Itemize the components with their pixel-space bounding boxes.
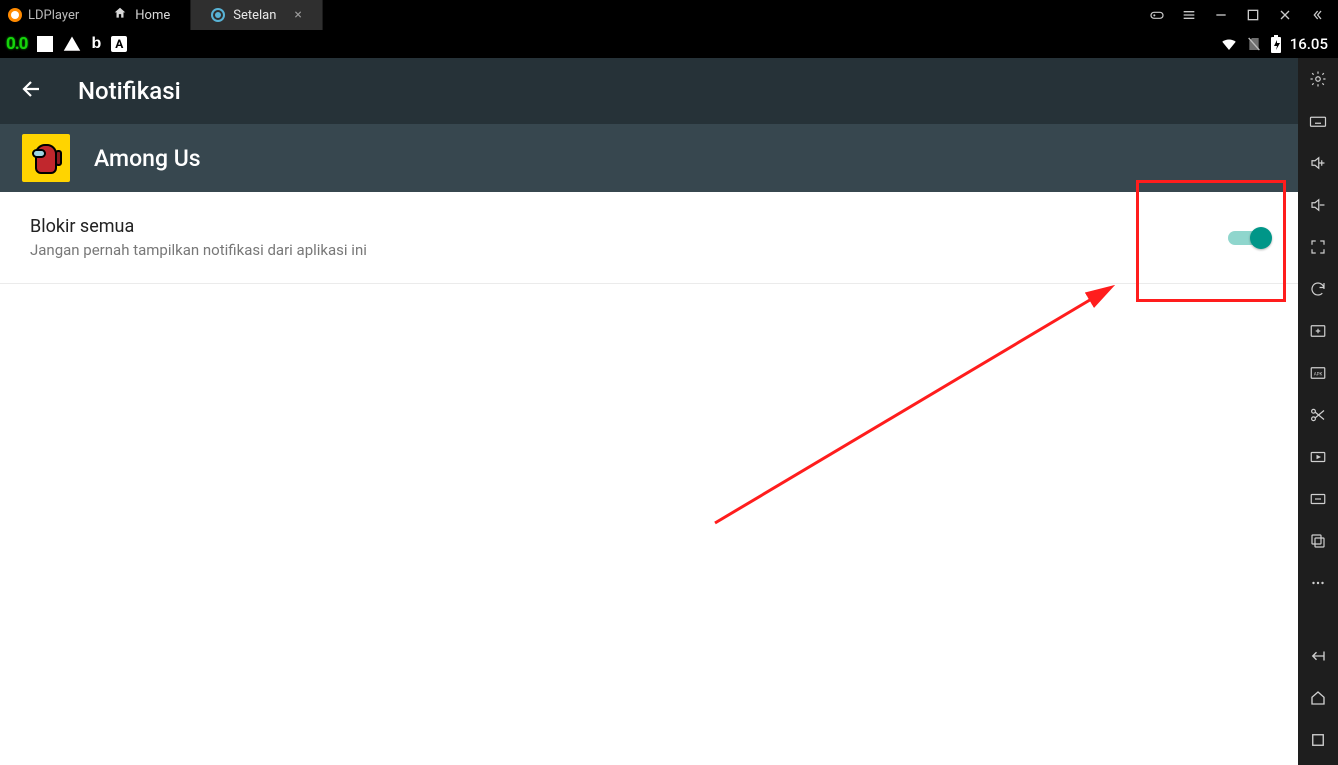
status-a-icon: A bbox=[111, 36, 127, 52]
app-icon bbox=[22, 134, 70, 182]
annotation-highlight-box bbox=[1136, 180, 1286, 302]
setting-block-all[interactable]: Blokir semua Jangan pernah tampilkan not… bbox=[0, 192, 1298, 284]
tool-scissors-icon[interactable] bbox=[1307, 404, 1329, 426]
among-us-crewmate-icon bbox=[32, 140, 60, 176]
tool-multi-instance-icon[interactable] bbox=[1307, 530, 1329, 552]
tab-settings[interactable]: Setelan × bbox=[191, 0, 323, 30]
settings-gear-icon bbox=[211, 8, 225, 22]
close-icon[interactable] bbox=[1276, 6, 1294, 24]
tab-close-button[interactable]: × bbox=[294, 7, 301, 23]
tool-record-icon[interactable] bbox=[1307, 446, 1329, 468]
android-recents-button[interactable] bbox=[1307, 729, 1329, 751]
tool-volume-down-icon[interactable] bbox=[1307, 194, 1329, 216]
tab-home[interactable]: Home bbox=[93, 0, 191, 30]
settings-page: Notifikasi Among Us Blokir semua Jangan … bbox=[0, 58, 1298, 765]
tab-home-label: Home bbox=[135, 8, 170, 23]
app-name: Among Us bbox=[94, 145, 201, 172]
maximize-icon[interactable] bbox=[1244, 6, 1262, 24]
emulator-sidebar: APK bbox=[1298, 58, 1338, 765]
wifi-icon bbox=[1220, 35, 1238, 53]
android-back-button[interactable] bbox=[1307, 645, 1329, 667]
battery-icon bbox=[1270, 35, 1282, 53]
minimize-icon[interactable] bbox=[1212, 6, 1230, 24]
menu-icon[interactable] bbox=[1180, 6, 1198, 24]
ldplayer-logo-icon bbox=[8, 8, 22, 22]
back-button[interactable] bbox=[20, 77, 44, 105]
no-sim-icon bbox=[1246, 36, 1262, 52]
tool-fullscreen-icon[interactable] bbox=[1307, 236, 1329, 258]
window-controls bbox=[1136, 6, 1338, 24]
tool-keyboard-icon[interactable] bbox=[1307, 110, 1329, 132]
setting-subtitle: Jangan pernah tampilkan notifikasi dari … bbox=[30, 241, 1228, 259]
emulator-brand: LDPlayer bbox=[0, 8, 93, 23]
warning-icon bbox=[63, 35, 81, 53]
tool-apk-icon[interactable]: APK bbox=[1307, 362, 1329, 384]
tool-add-1-icon[interactable] bbox=[1307, 320, 1329, 342]
tool-screenshot-icon[interactable] bbox=[1307, 488, 1329, 510]
setting-title: Blokir semua bbox=[30, 216, 1228, 237]
collapse-sidebar-icon[interactable] bbox=[1308, 6, 1326, 24]
status-square-icon bbox=[37, 36, 53, 52]
emulator-brand-label: LDPlayer bbox=[28, 8, 79, 23]
tool-volume-up-icon[interactable] bbox=[1307, 152, 1329, 174]
window-titlebar: LDPlayer Home Setelan × bbox=[0, 0, 1338, 30]
tool-gear-icon[interactable] bbox=[1307, 68, 1329, 90]
android-statusbar: 0.0 b A 16.05 bbox=[0, 30, 1338, 58]
android-home-button[interactable] bbox=[1307, 687, 1329, 709]
status-b-icon: b bbox=[91, 35, 101, 53]
annotation-arrow bbox=[710, 278, 1125, 528]
fps-counter: 0.0 bbox=[6, 34, 27, 54]
tool-more-icon[interactable] bbox=[1307, 572, 1329, 594]
app-header: Among Us bbox=[0, 124, 1298, 192]
svg-text:APK: APK bbox=[1314, 371, 1323, 377]
tool-sync-icon[interactable] bbox=[1307, 278, 1329, 300]
page-header: Notifikasi bbox=[0, 58, 1298, 124]
status-clock: 16.05 bbox=[1290, 35, 1328, 53]
page-title: Notifikasi bbox=[78, 77, 181, 105]
tab-settings-label: Setelan bbox=[233, 8, 276, 23]
home-icon bbox=[113, 6, 127, 24]
gamepad-icon[interactable] bbox=[1148, 6, 1166, 24]
